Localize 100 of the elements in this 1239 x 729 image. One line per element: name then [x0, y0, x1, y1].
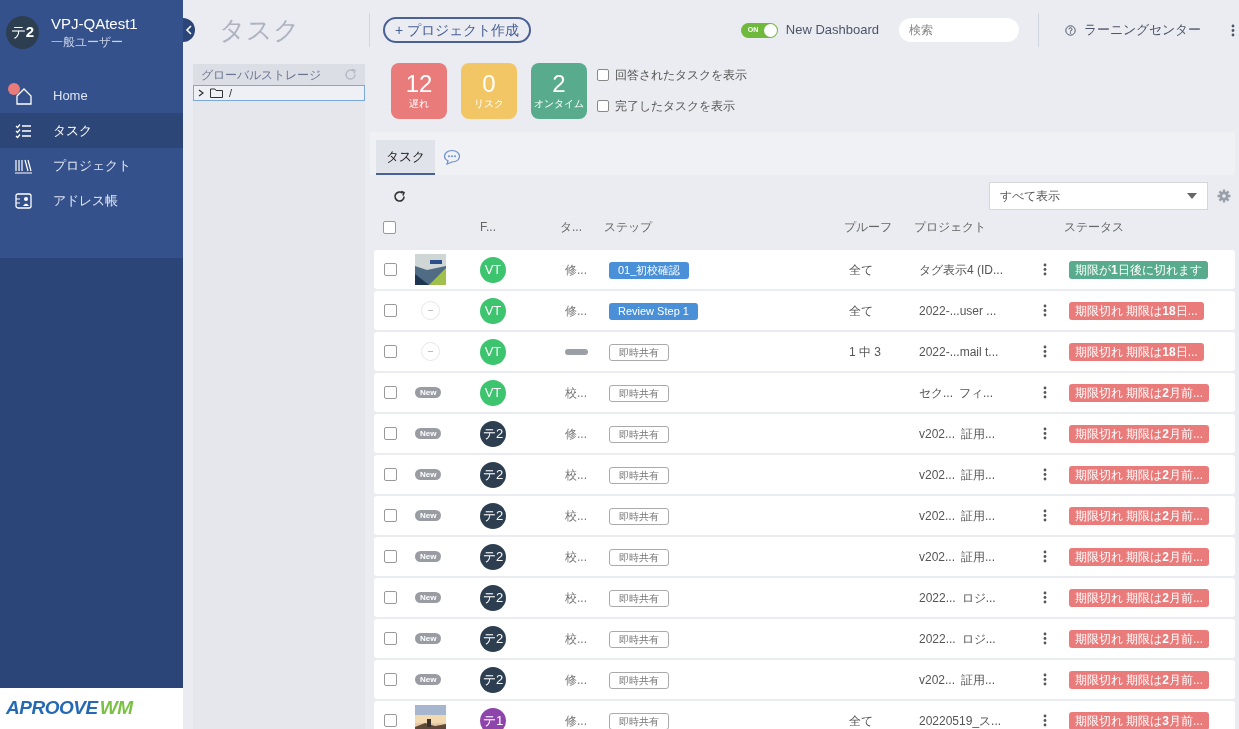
create-project-button[interactable]: + プロジェクト作成: [383, 17, 532, 43]
table-row[interactable]: New テ2 校... 即時共有 2022... ロジ... 期限切れ 期限は2月前...: [374, 619, 1235, 658]
user-avatar[interactable]: テ2: [6, 15, 39, 49]
table-cell-text: 証用...: [961, 671, 996, 689]
column-header[interactable]: ステップ: [604, 218, 844, 236]
folder-icon: [210, 88, 223, 98]
more-icon[interactable]: [1043, 509, 1047, 522]
table-cell-text: 2022...: [919, 589, 956, 607]
more-icon[interactable]: [1043, 714, 1047, 727]
new-badge: New: [415, 387, 442, 398]
row-checkbox[interactable]: [384, 386, 397, 399]
row-checkbox[interactable]: [384, 263, 397, 276]
user-avatar[interactable]: テ2: [480, 543, 506, 570]
user-avatar[interactable]: テ2: [480, 666, 506, 693]
select-all-checkbox[interactable]: [383, 220, 396, 234]
table-row[interactable]: New テ2 修... 即時共有 v202... 証用... 期限切れ 期限は2月前...: [374, 660, 1235, 699]
checkbox[interactable]: [597, 100, 609, 112]
status-badge: 期限切れ 期限は18日...: [1069, 342, 1204, 361]
view-select[interactable]: すべて表示: [989, 182, 1208, 210]
row-checkbox[interactable]: [384, 345, 397, 358]
table-cell: 修...: [565, 303, 587, 318]
user-avatar[interactable]: テ2: [480, 461, 506, 488]
nav-item[interactable]: アドレス帳: [0, 183, 183, 218]
new-badge: New: [415, 510, 442, 521]
table-cell: 校...: [565, 467, 587, 482]
more-icon[interactable]: [1043, 550, 1047, 563]
table-row[interactable]: VT 即時共有 1 中 3 2022-...mail t... 期限切れ 期限は18日...: [374, 332, 1235, 371]
table-row[interactable]: VT 修... Review Step 1 全て 2022-...user ... 期限切れ 期限は18日...: [374, 291, 1235, 330]
step-tag: 即時共有: [609, 548, 669, 566]
more-icon[interactable]: [1043, 386, 1047, 399]
user-avatar[interactable]: テ2: [480, 625, 506, 652]
user-avatar[interactable]: テ2: [480, 420, 506, 447]
column-header[interactable]: プルーフ: [844, 218, 914, 236]
column-header[interactable]: ステータス: [1064, 218, 1174, 236]
table-row[interactable]: New テ2 校... 即時共有 v202... 証用... 期限切れ 期限は2月前...: [374, 496, 1235, 535]
more-icon[interactable]: [1043, 673, 1047, 686]
nav-item[interactable]: Home: [0, 78, 183, 113]
table-row[interactable]: New テ2 校... 即時共有 v202... 証用... 期限切れ 期限は2月前...: [374, 537, 1235, 576]
step-tag: 01_初校確認: [609, 261, 690, 279]
nav-item[interactable]: タスク: [0, 113, 183, 148]
help-icon: [1065, 24, 1076, 36]
row-checkbox[interactable]: [384, 673, 397, 686]
checkbox[interactable]: [597, 69, 609, 81]
table-row[interactable]: New テ2 校... 即時共有 2022... ロジ... 期限切れ 期限は2月前...: [374, 578, 1235, 617]
table-cell: 修...: [565, 672, 587, 687]
more-icon[interactable]: [1043, 304, 1047, 317]
row-checkbox[interactable]: [384, 714, 397, 727]
tab[interactable]: タスク: [376, 140, 435, 175]
table-cell-text: v202...: [919, 466, 956, 484]
column-header[interactable]: F...: [480, 218, 560, 236]
row-checkbox[interactable]: [384, 550, 397, 563]
more-icon[interactable]: [1043, 427, 1047, 440]
more-icon[interactable]: [1043, 468, 1047, 481]
table-row[interactable]: テ1 修... 即時共有 全て 20220519_ス... 期限切れ 期限は3月前...: [374, 701, 1235, 729]
nav-item[interactable]: プロジェクト: [0, 148, 183, 183]
row-checkbox[interactable]: [384, 427, 397, 440]
step-tag: 即時共有: [609, 466, 669, 484]
row-checkbox[interactable]: [384, 591, 397, 604]
table-row[interactable]: New テ2 校... 即時共有 v202... 証用... 期限切れ 期限は2月前...: [374, 455, 1235, 494]
checkbox-label: 完了したタスクを表示: [615, 98, 735, 115]
more-icon[interactable]: [1043, 263, 1047, 276]
step-tag: Review Step 1: [609, 302, 698, 320]
page-title: タスク: [219, 13, 301, 47]
more-icon[interactable]: [1043, 591, 1047, 604]
chevron-icon[interactable]: [198, 89, 204, 97]
collapse-button[interactable]: [183, 18, 195, 42]
row-checkbox[interactable]: [384, 468, 397, 481]
table-cell: 修...: [565, 262, 587, 277]
column-header[interactable]: タ...: [560, 218, 604, 236]
table-cell-text: 2022-...mail t...: [919, 343, 999, 361]
new-badge: New: [415, 551, 442, 562]
table-cell: 校...: [565, 385, 587, 400]
chat-icon: [443, 148, 461, 165]
table-row[interactable]: New VT 校... 即時共有 セク... フィ... 期限切れ 期限は2月前...: [374, 373, 1235, 412]
chevron-icon: [185, 25, 193, 35]
more-icon[interactable]: [1231, 23, 1235, 37]
settings-icon[interactable]: [1217, 189, 1231, 203]
step-tag: 即時共有: [609, 384, 669, 402]
row-checkbox[interactable]: [384, 304, 397, 317]
table-cell: 校...: [565, 508, 587, 523]
learning-center-link[interactable]: ラーニングセンター: [1084, 20, 1201, 40]
table-row[interactable]: New テ2 修... 即時共有 v202... 証用... 期限切れ 期限は2月前...: [374, 414, 1235, 453]
search-field[interactable]: 検索: [899, 18, 1019, 42]
refresh-icon[interactable]: [393, 189, 406, 203]
table-cell: 全て: [849, 303, 873, 318]
table-cell-text: v202...: [919, 548, 956, 566]
table-row[interactable]: VT 修... 01_初校確認 全て タグ表示4 (ID... 期限が1日後に切れます: [374, 250, 1235, 289]
table-cell: 全て: [849, 713, 873, 728]
column-header[interactable]: プロジェクト: [914, 218, 1064, 236]
contact-icon: [14, 190, 34, 211]
user-avatar[interactable]: テ1: [480, 707, 506, 729]
user-avatar[interactable]: テ2: [480, 584, 506, 611]
table-cell: 校...: [565, 631, 587, 646]
tree-item[interactable]: /: [193, 85, 365, 101]
more-icon[interactable]: [1043, 345, 1047, 358]
row-checkbox[interactable]: [384, 632, 397, 645]
row-checkbox[interactable]: [384, 509, 397, 522]
user-avatar[interactable]: テ2: [480, 502, 506, 529]
more-icon[interactable]: [1043, 632, 1047, 645]
dropdown-icon: [1187, 193, 1197, 199]
